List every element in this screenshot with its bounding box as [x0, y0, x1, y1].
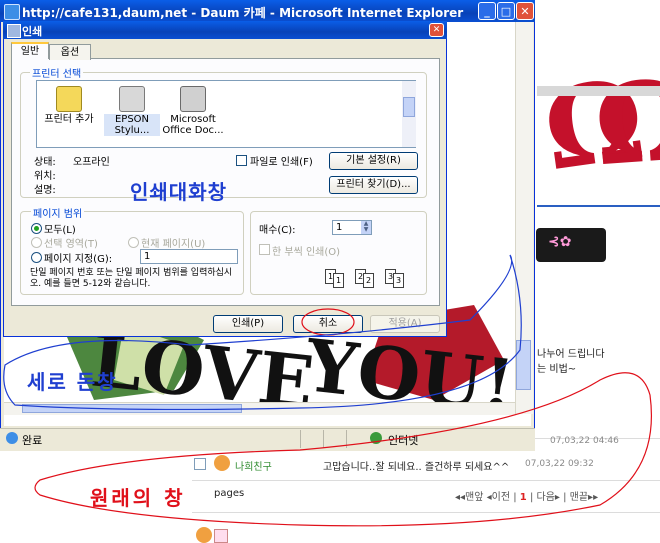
tab-options[interactable]: 옵션 — [49, 44, 91, 60]
dialog-close-button[interactable]: ✕ — [429, 23, 444, 37]
range-help-text: 단일 페이지 번호 또는 단일 페이지 범위를 입력하십시오. 예를 들면 5-… — [30, 268, 233, 289]
page-done-icon — [6, 432, 18, 444]
pager-next-link[interactable]: 다음▸ — [537, 492, 560, 503]
divider — [192, 480, 660, 481]
window-title: http://cafe131,daum,net - Daum 카페 - Micr… — [22, 6, 464, 20]
collate-page-icon: 1 — [333, 273, 344, 288]
find-printer-button[interactable]: 프린터 찾기(D)... — [329, 176, 418, 194]
collate-page-icon: 3 — [393, 273, 404, 288]
status-bar — [0, 428, 535, 451]
pager-prev-link[interactable]: ◂이전 — [487, 492, 510, 503]
ie-icon[interactable] — [4, 4, 20, 20]
apply-button[interactable]: 적용(A) — [370, 315, 440, 333]
status-value: 오프라인 — [73, 157, 110, 168]
badge-glyph: ⊰✿ — [548, 234, 572, 250]
print-to-file-checkbox[interactable] — [236, 155, 247, 166]
collate-page-icon: 2 — [363, 273, 374, 288]
status-divider — [346, 430, 347, 448]
pager-current: 1 — [519, 492, 527, 503]
range-all-label[interactable]: 모두(L) — [44, 221, 76, 236]
avatar — [214, 455, 230, 471]
collate-label: 한 부씩 인쇄(O) — [272, 247, 341, 258]
tab-general[interactable]: 일반 — [11, 42, 49, 59]
range-current-radio[interactable] — [128, 237, 139, 248]
status-divider — [323, 430, 324, 448]
range-selection-radio[interactable] — [31, 237, 42, 248]
range-pages-label[interactable]: 페이지 지정(G): — [44, 250, 112, 265]
collate-checkbox[interactable] — [259, 244, 270, 255]
scrollbar-thumb[interactable] — [22, 404, 242, 413]
printer-icon[interactable] — [119, 86, 145, 112]
range-selection-label: 선택 영역(T) — [44, 239, 98, 250]
range-current-label: 현재 페이지(U) — [141, 239, 206, 250]
divider — [192, 512, 660, 513]
pages-input[interactable]: 1 — [140, 249, 238, 264]
printer-icon — [7, 24, 21, 38]
pager-first-link[interactable]: ◂◂맨앞 — [455, 492, 483, 503]
range-pages-radio[interactable] — [31, 252, 42, 263]
add-printer-icon[interactable] — [56, 86, 82, 112]
comment-checkbox[interactable] — [194, 458, 206, 470]
printer-group-label: 프린터 선택 — [30, 65, 84, 80]
minimize-button[interactable]: _ — [478, 2, 496, 20]
status-divider — [300, 430, 301, 448]
pager: ◂◂맨앞 ◂이전 | 1 | 다음▸ | 맨끝▸▸ — [455, 492, 599, 503]
status-text: 완료 — [22, 434, 43, 447]
printer-item-office[interactable]: Microsoft Office Doc... — [161, 114, 225, 136]
scrollbar-thumb[interactable] — [516, 340, 531, 390]
printer-icon[interactable] — [180, 86, 206, 112]
preferences-button[interactable]: 기본 설정(R) — [329, 152, 418, 170]
print-to-file-label[interactable]: 파일로 인쇄(F) — [250, 153, 313, 168]
divider — [537, 205, 660, 207]
zone-text: 인터넷 — [388, 434, 419, 447]
pager-last-link[interactable]: 맨끝▸▸ — [570, 492, 598, 503]
copies-label: 매수(C): — [259, 225, 296, 236]
maximize-button[interactable]: □ — [497, 2, 515, 20]
banner-strip — [537, 86, 660, 96]
close-button[interactable]: ✕ — [516, 2, 534, 20]
vertical-window-annotation: 세로 돈창 — [27, 370, 118, 394]
copies-spinner[interactable]: ▲ ▼ — [361, 221, 371, 234]
scrollbar-thumb[interactable] — [403, 97, 415, 117]
side-text: 나누어 드립니다 — [537, 349, 605, 360]
original-window-annotation: 원래의 창 — [90, 486, 186, 510]
range-all-radio[interactable] — [31, 223, 42, 234]
dialog-title: 인쇄 — [22, 25, 43, 38]
side-text: 는 비법~ — [537, 364, 577, 375]
internet-zone-icon — [370, 432, 382, 444]
printer-item-epson[interactable]: EPSON Stylu... — [104, 114, 160, 136]
banner-image: Ω Ω — [536, 0, 660, 205]
dialog-title-bar[interactable] — [3, 21, 447, 39]
comment-label: 설명: — [34, 185, 56, 196]
page-range-label: 페이지 범위 — [31, 205, 85, 220]
print-button[interactable]: 인쇄(P) — [213, 315, 283, 333]
comment-author-link[interactable]: 나희친구 — [235, 458, 272, 473]
comment-text: 고맙습니다..잘 되네요.. 즐건하루 되세요^^ — [323, 462, 510, 473]
cancel-button[interactable]: 취소 — [293, 315, 363, 333]
location-label: 위치: — [34, 171, 56, 182]
dialog-annotation: 인쇄대화창 — [130, 180, 227, 204]
printer-item-add[interactable]: 프린터 추가 — [41, 114, 97, 125]
pages-label: pages — [214, 488, 245, 499]
comment-date: 07,03,22 04:46 — [550, 436, 619, 446]
comment-date: 07,03,22 09:32 — [525, 459, 594, 469]
status-label: 상태: — [34, 157, 56, 168]
